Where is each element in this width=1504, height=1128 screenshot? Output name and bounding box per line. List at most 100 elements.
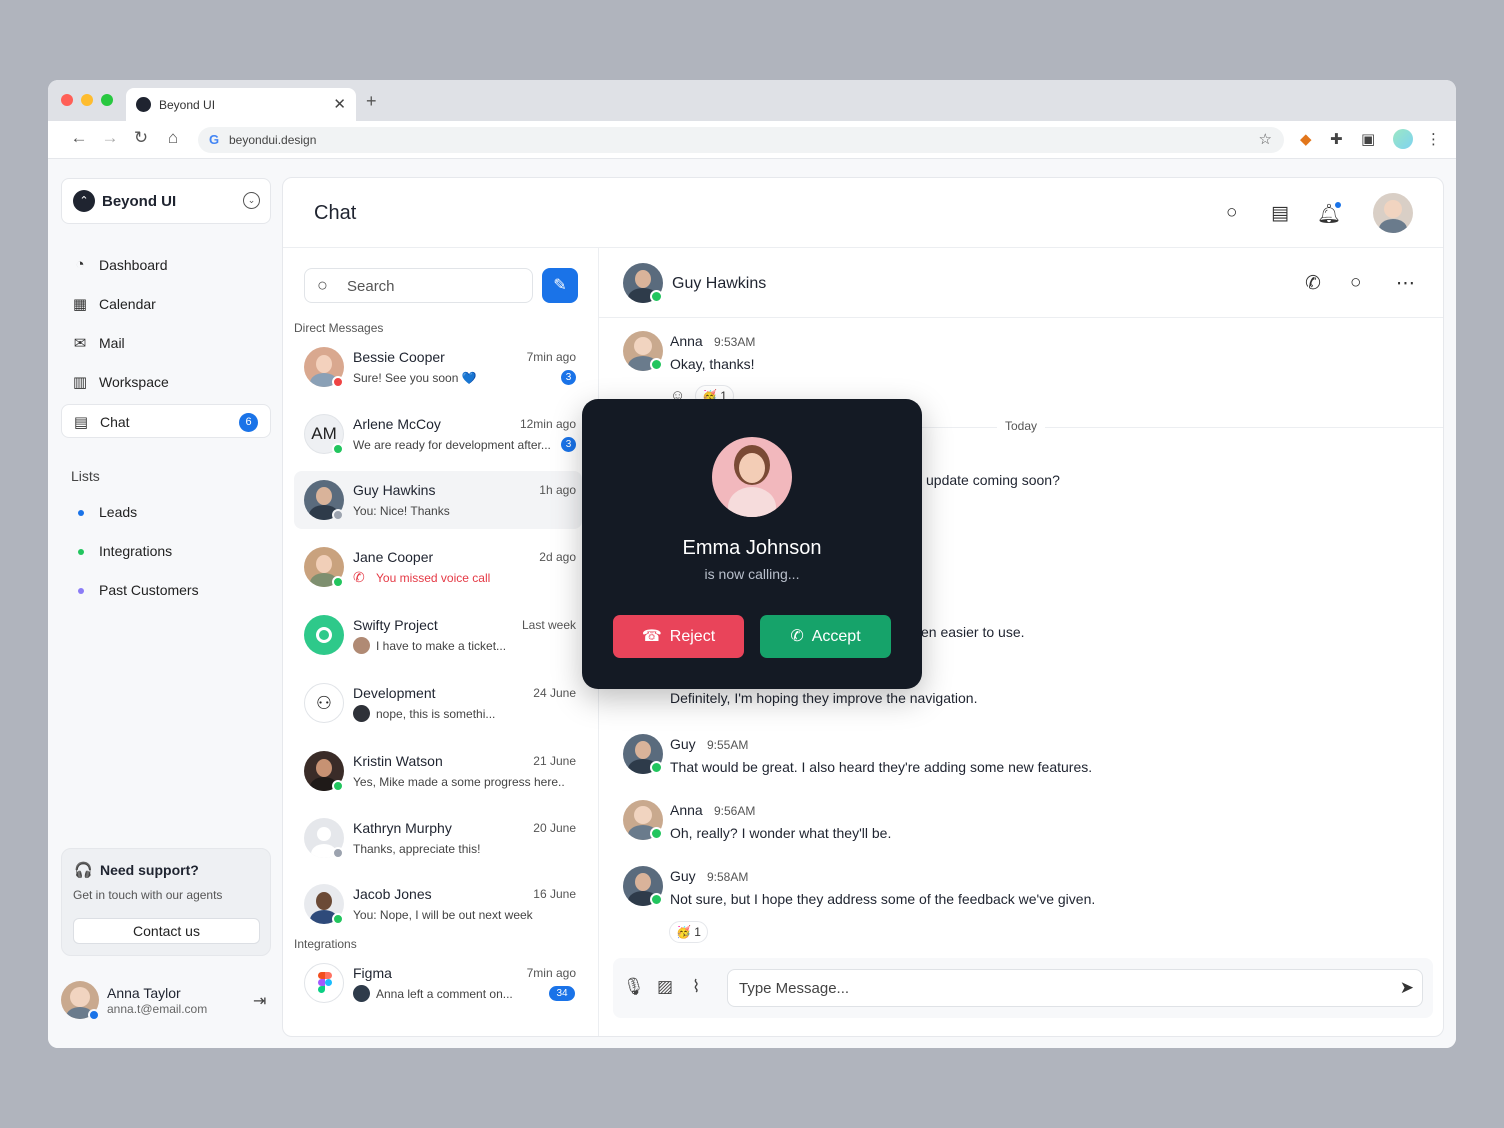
messages-icon[interactable]: ▤ xyxy=(1271,202,1289,225)
conversation-name: Kristin Watson xyxy=(353,753,443,769)
avatar xyxy=(353,985,370,1002)
conversation-time: 7min ago xyxy=(526,966,576,980)
conversation-time: 7min ago xyxy=(526,350,576,364)
list-item[interactable]: Guy Hawkins 1h ago You: Nice! Thanks xyxy=(294,471,582,529)
microphone-icon[interactable]: 🎙︎ xyxy=(623,977,645,997)
conversation-name: Guy Hawkins xyxy=(353,482,436,498)
status-dot xyxy=(650,761,663,774)
search-icon: ○ xyxy=(317,275,328,295)
chat-header: Guy Hawkins ✆ ○ ⋯ xyxy=(599,248,1443,318)
conversation-name: Jane Cooper xyxy=(353,549,434,565)
list-item[interactable]: AM Arlene McCoy 12min ago We are ready f… xyxy=(294,405,582,463)
reaction-badge[interactable]: 🥳 1 xyxy=(669,921,708,943)
metamask-extension-icon[interactable]: ◆ xyxy=(1300,130,1312,148)
workspace-icon: ▥ xyxy=(72,374,88,391)
home-icon[interactable]: ⌂ xyxy=(162,128,184,148)
attachment-icon[interactable]: ⌇ xyxy=(692,977,700,997)
list-label: Past Customers xyxy=(99,582,199,598)
maximize-window-dot[interactable] xyxy=(101,94,113,106)
avatar[interactable] xyxy=(1373,193,1413,233)
status-dot xyxy=(332,509,344,521)
list-item[interactable]: Swifty Project Last week I have to make … xyxy=(294,606,582,664)
workspace-switcher[interactable]: ⌃ Beyond UI ⌄ xyxy=(61,178,271,224)
sidebar-item-dashboard[interactable]: ◔ Dashboard xyxy=(61,248,271,282)
list-item[interactable]: ⚇ Development 24 June nope, this is some… xyxy=(294,674,582,732)
sidebar-item-mail[interactable]: ✉ Mail xyxy=(61,326,271,360)
conversation-time: 12min ago xyxy=(519,417,576,431)
list-item[interactable]: Bessie Cooper 7min ago Sure! See you soo… xyxy=(294,338,582,396)
sidebar-item-label: Mail xyxy=(99,335,125,351)
back-icon[interactable]: ← xyxy=(68,128,90,148)
tab-title: Beyond UI xyxy=(159,98,216,112)
avatar xyxy=(353,637,370,654)
conversation-name: Development xyxy=(353,685,436,701)
status-dot xyxy=(332,576,344,588)
sidebar-item-label: Workspace xyxy=(99,374,169,390)
workspace-name: Beyond UI xyxy=(102,193,177,210)
avatar xyxy=(304,615,344,655)
status-dot xyxy=(332,847,344,859)
list-item-past-customers[interactable]: Past Customers xyxy=(78,582,258,602)
list-label: Leads xyxy=(99,504,138,520)
main-header: Chat ○ ▤ 🔔︎ xyxy=(283,178,1443,248)
unread-badge: 34 xyxy=(549,986,575,1001)
message: Anna 9:56AM Oh, really? I wonder what th… xyxy=(623,800,1423,860)
close-tab-icon[interactable]: ✕ xyxy=(333,95,346,113)
reload-icon[interactable]: ↻ xyxy=(130,128,152,148)
accept-call-button[interactable]: ✆ Accept xyxy=(760,615,891,658)
send-icon[interactable]: ➤ xyxy=(1400,978,1414,998)
conversation-name: Figma xyxy=(353,965,392,981)
headset-icon: 🎧 xyxy=(74,862,93,879)
side-panel-icon[interactable]: ▣ xyxy=(1361,130,1375,148)
hang-up-icon: ☎ xyxy=(641,628,662,645)
sidebar-item-chat[interactable]: ▤ Chat 6 xyxy=(61,404,271,438)
new-message-button[interactable]: ✎ xyxy=(542,268,578,303)
list-item[interactable]: Figma 7min ago Anna left a comment on...… xyxy=(294,954,582,1012)
unread-badge: 3 xyxy=(561,437,576,452)
message-input[interactable]: Type Message... ➤ xyxy=(727,969,1423,1007)
search-icon[interactable]: ○ xyxy=(1350,272,1361,294)
sidebar: ⌃ Beyond UI ⌄ ◔ Dashboard ▦ Calendar ✉ M… xyxy=(48,159,282,1048)
search-input[interactable]: ○ Search xyxy=(304,268,533,303)
list-item[interactable]: Kathryn Murphy 20 June Thanks, appreciat… xyxy=(294,809,582,867)
search-icon[interactable]: ○ xyxy=(1226,202,1237,224)
browser-menu-icon[interactable]: ⋮ xyxy=(1426,130,1441,148)
image-icon[interactable]: ▨ xyxy=(657,977,673,997)
list-item-integrations[interactable]: Integrations xyxy=(78,543,258,563)
figma-logo-icon xyxy=(304,963,344,1003)
logout-icon[interactable]: ⇥ xyxy=(253,991,266,1011)
forward-icon[interactable]: → xyxy=(99,128,121,148)
unread-badge: 6 xyxy=(239,413,258,432)
list-item-leads[interactable]: Leads xyxy=(78,504,258,524)
sidebar-item-calendar[interactable]: ▦ Calendar xyxy=(61,287,271,321)
contact-us-button[interactable]: Contact us xyxy=(73,918,260,944)
profile-avatar[interactable] xyxy=(1393,129,1413,149)
reject-call-button[interactable]: ☎ Reject xyxy=(613,615,744,658)
close-window-dot[interactable] xyxy=(61,94,73,106)
contact-name: Guy Hawkins xyxy=(672,275,767,292)
browser-tab[interactable]: Beyond UI ✕ xyxy=(126,88,356,121)
sidebar-item-workspace[interactable]: ▥ Workspace xyxy=(61,365,271,399)
search-placeholder: Search xyxy=(347,278,395,295)
beyond-ui-logo-icon: ⌃ xyxy=(73,190,95,212)
beyond-ui-logo-icon xyxy=(136,97,151,112)
sidebar-item-label: Dashboard xyxy=(99,257,168,273)
accept-label: Accept xyxy=(811,628,861,645)
list-item[interactable]: Kristin Watson 21 June Yes, Mike made a … xyxy=(294,742,582,800)
conversation-time: 20 June xyxy=(533,821,576,835)
page-title: Chat xyxy=(314,202,357,224)
extensions-puzzle-icon[interactable]: ✚ xyxy=(1330,130,1343,148)
message-author: Anna xyxy=(670,802,703,818)
more-icon[interactable]: ⋯ xyxy=(1396,272,1415,295)
conversation-preview: I have to make a ticket... xyxy=(376,639,507,653)
list-label: Integrations xyxy=(99,543,173,559)
bookmark-star-icon[interactable]: ☆ xyxy=(1259,130,1272,148)
caller-avatar xyxy=(712,437,792,517)
list-item[interactable]: Jacob Jones 16 June You: Nope, I will be… xyxy=(294,875,582,933)
omnibox[interactable]: G beyondui.design ☆ xyxy=(198,127,1284,153)
conversation-time: 16 June xyxy=(533,887,576,901)
new-tab-icon[interactable]: + xyxy=(366,91,377,112)
minimize-window-dot[interactable] xyxy=(81,94,93,106)
phone-icon[interactable]: ✆ xyxy=(1305,272,1321,295)
list-item[interactable]: Jane Cooper 2d ago ✆ You missed voice ca… xyxy=(294,538,582,596)
